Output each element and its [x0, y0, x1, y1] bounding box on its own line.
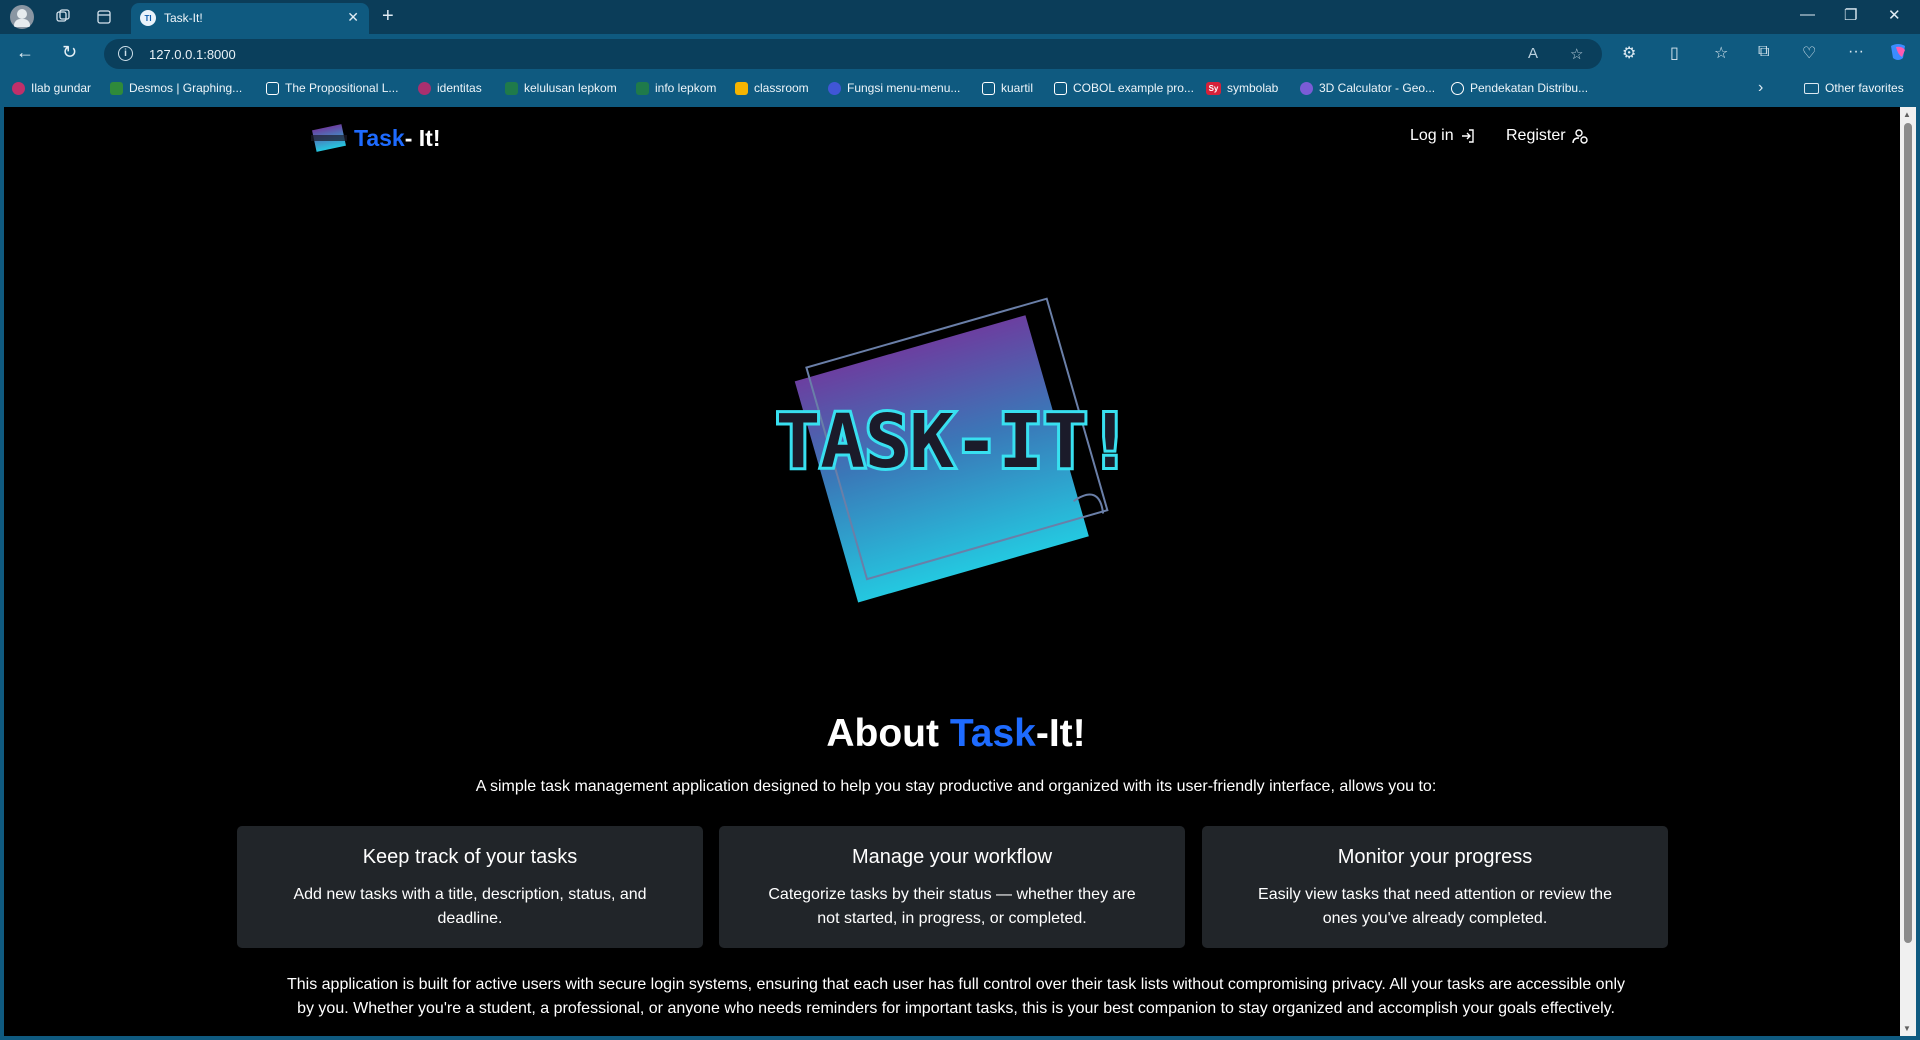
scrollbar[interactable]: ▲ ▼: [1900, 107, 1916, 1036]
address-toolbar: ← ↻ i 127.0.0.1:8000 A ☆ ⚙ ▯ ☆ ⧉ ♡ ···: [0, 34, 1920, 74]
tab-close-icon[interactable]: ✕: [347, 9, 359, 26]
back-icon[interactable]: ←: [16, 42, 34, 63]
bookmark-item[interactable]: kuartil: [982, 81, 1033, 95]
bookmark-item[interactable]: Ilab gundar: [12, 81, 91, 95]
brand[interactable]: Task- It!: [310, 123, 440, 153]
profile-avatar-icon[interactable]: [10, 5, 34, 29]
login-link[interactable]: Log in: [1410, 127, 1476, 145]
page-viewport: Task- It! Log in Register TASK-IT! About…: [4, 107, 1916, 1036]
bookmark-item[interactable]: info lepkom: [636, 81, 716, 95]
bookmark-item[interactable]: Desmos | Graphing...: [110, 81, 242, 95]
bookmark-item[interactable]: COBOL example pro...: [1054, 81, 1194, 95]
bookmark-item[interactable]: Fungsi menu-menu...: [828, 81, 960, 95]
bookmark-item[interactable]: identitas: [418, 81, 482, 95]
card-text: Categorize tasks by their status — wheth…: [768, 886, 1136, 927]
address-bar[interactable]: i 127.0.0.1:8000 A ☆: [104, 39, 1602, 69]
about-title: About Task-It!: [826, 712, 1086, 755]
workspaces-icon[interactable]: [52, 7, 74, 27]
folder-icon: [1804, 82, 1819, 94]
tab-favicon-icon: TI: [140, 10, 156, 26]
favorites-icon[interactable]: ☆: [1714, 43, 1728, 63]
bookmark-item[interactable]: 3D Calculator - Geo...: [1300, 81, 1435, 95]
bookmark-icon: [505, 81, 518, 95]
globe-icon: [1451, 81, 1464, 95]
collections-icon[interactable]: ⧉: [1758, 43, 1769, 61]
bookmark-item[interactable]: Sy symbolab: [1206, 81, 1278, 95]
card-title: Monitor your progress: [1337, 846, 1533, 868]
split-screen-icon[interactable]: ▯: [1670, 43, 1679, 63]
login-icon: [1461, 129, 1474, 143]
hero-logo: TASK-IT!: [764, 282, 1144, 612]
bookmark-item[interactable]: Pendekatan Distribu...: [1451, 81, 1588, 95]
about-description: This application is built for active use…: [286, 976, 1626, 1017]
tab-strip: TI Task-It! ✕ + — ❐ ✕: [0, 0, 1920, 34]
bookmark-icon: [418, 81, 431, 95]
symbolab-icon: Sy: [1206, 81, 1221, 95]
card-text: Easily view tasks that need attention or…: [1258, 886, 1612, 927]
page-icon: [266, 81, 279, 95]
copilot-icon[interactable]: [1888, 43, 1908, 66]
favorite-star-icon[interactable]: ☆: [1570, 45, 1583, 63]
browser-window: TI Task-It! ✕ + — ❐ ✕ ← ↻ i 127.0.0.1:80…: [0, 0, 1920, 1040]
wordpress-icon: [828, 81, 841, 95]
feature-card: Manage your workflow Categorize tasks by…: [719, 826, 1185, 948]
scroll-up-icon[interactable]: ▲: [1903, 110, 1911, 119]
read-aloud-icon[interactable]: A: [1528, 45, 1538, 62]
refresh-icon[interactable]: ↻: [62, 42, 77, 63]
register-link[interactable]: Register: [1506, 127, 1588, 145]
minimize-icon[interactable]: —: [1800, 6, 1815, 23]
brand-name: Task- It!: [354, 124, 441, 151]
card-title: Manage your workflow: [851, 846, 1053, 868]
feature-card: Monitor your progress Easily view tasks …: [1202, 826, 1668, 948]
about-subtitle: A simple task management application des…: [475, 778, 1437, 795]
site-info-icon[interactable]: i: [118, 46, 133, 61]
bookmark-item[interactable]: classroom: [735, 81, 809, 95]
more-menu-icon[interactable]: ···: [1848, 43, 1864, 61]
extensions-icon[interactable]: ⚙: [1622, 43, 1636, 63]
page-icon: [1054, 81, 1067, 95]
card-text: Add new tasks with a title, description,…: [293, 886, 647, 927]
bookmarks-bar: Ilab gundar Desmos | Graphing... The Pro…: [0, 74, 1920, 104]
tab-actions-icon[interactable]: [93, 7, 115, 27]
restore-icon[interactable]: ❐: [1844, 6, 1857, 24]
bookmark-item[interactable]: The Propositional L...: [266, 81, 398, 95]
new-tab-icon[interactable]: +: [382, 5, 394, 28]
close-window-icon[interactable]: ✕: [1888, 6, 1901, 24]
scroll-down-icon[interactable]: ▼: [1903, 1024, 1911, 1033]
classroom-icon: [735, 81, 748, 95]
feature-card: Keep track of your tasks Add new tasks w…: [237, 826, 703, 948]
scroll-thumb[interactable]: [1904, 123, 1912, 943]
browser-essentials-icon[interactable]: ♡: [1802, 43, 1816, 63]
page-icon: [982, 81, 995, 95]
bookmark-icon: [110, 81, 123, 95]
tab-title: Task-It!: [164, 11, 203, 25]
other-favorites[interactable]: Other favorites: [1804, 81, 1904, 95]
bookmark-icon: [636, 81, 649, 95]
add-user-icon: [1571, 129, 1588, 144]
chevron-right-icon[interactable]: ›: [1758, 79, 1763, 97]
bookmark-icon: [12, 81, 25, 95]
bookmark-item[interactable]: kelulusan lepkom: [505, 81, 617, 95]
hero-logo-text: TASK-IT!: [776, 399, 1132, 485]
tab-task-it[interactable]: TI Task-It! ✕: [131, 3, 369, 34]
geogebra-icon: [1300, 81, 1313, 95]
brand-logo-icon: [310, 123, 348, 153]
url-text[interactable]: 127.0.0.1:8000: [149, 47, 236, 62]
card-title: Keep track of your tasks: [362, 846, 578, 868]
